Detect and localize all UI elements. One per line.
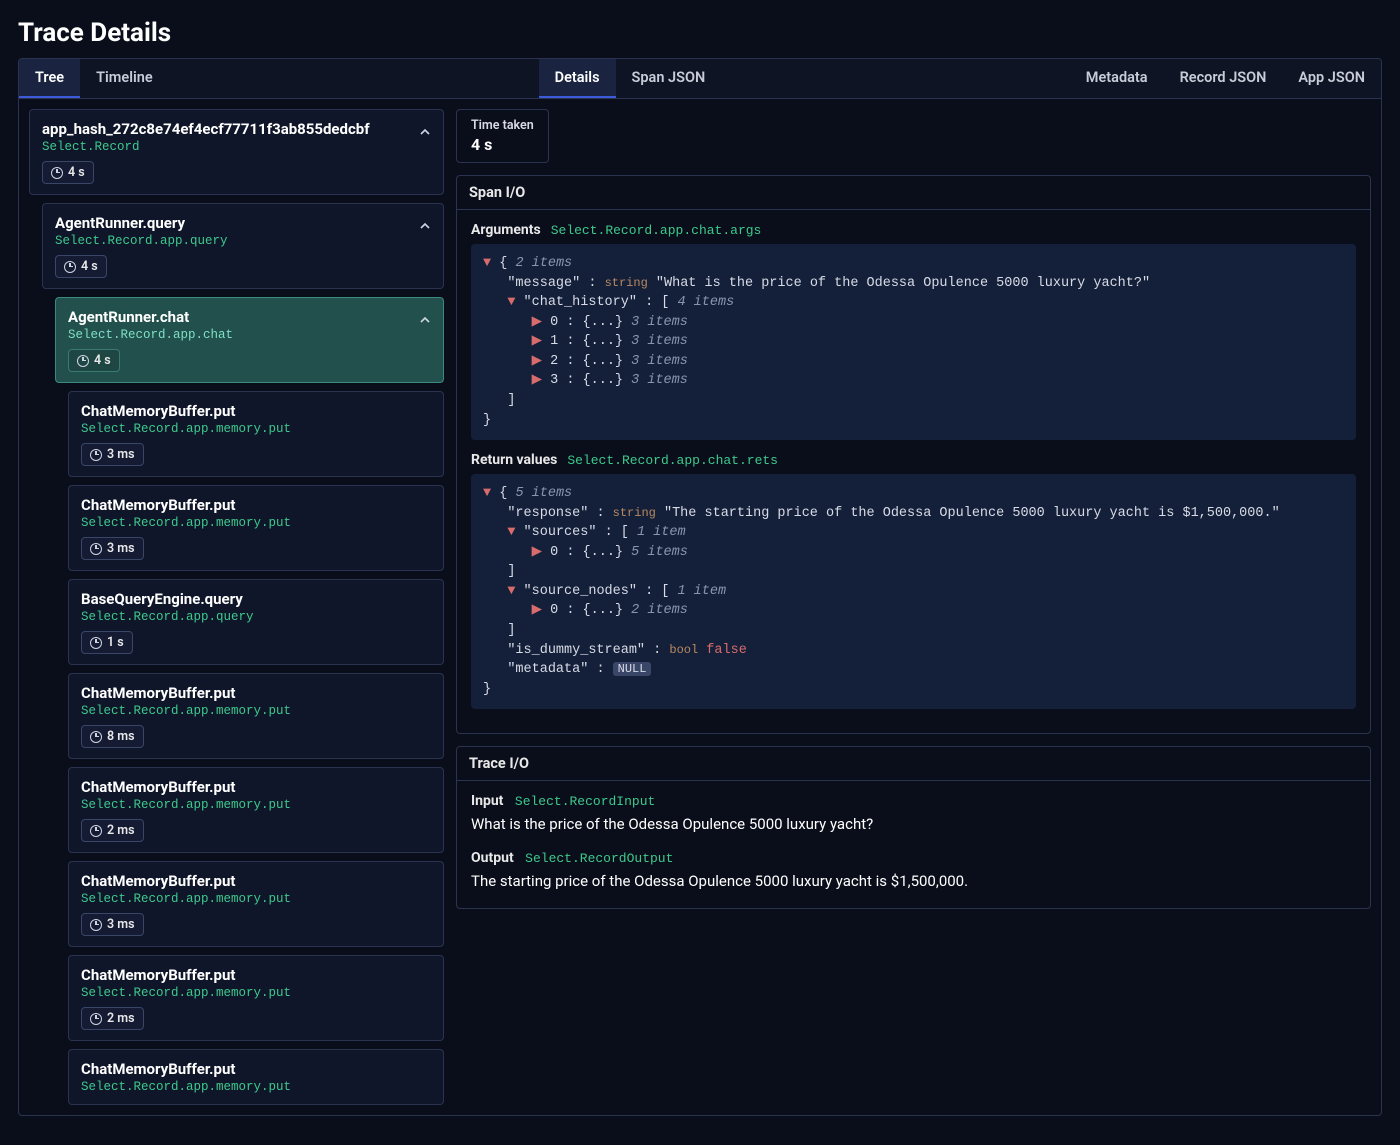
arguments-label: Arguments — [471, 222, 541, 238]
output-label: Output — [471, 850, 514, 866]
tab-record-json[interactable]: Record JSON — [1164, 59, 1283, 98]
time-taken-label: Time taken — [471, 118, 534, 133]
output-text: The starting price of the Odessa Opulenc… — [471, 870, 1356, 893]
node-selector: Select.Record — [42, 140, 431, 154]
tree-node-root[interactable]: app_hash_272c8e74ef4ecf77711f3ab855dedcb… — [29, 109, 444, 195]
node-title: ChatMemoryBuffer.put — [81, 684, 431, 702]
tab-details[interactable]: Details — [539, 59, 616, 98]
node-title: ChatMemoryBuffer.put — [81, 1060, 431, 1078]
tree-node[interactable]: ChatMemoryBuffer.put Select.Record.app.me… — [68, 391, 444, 477]
trace-io-header: Trace I/O — [457, 747, 1370, 781]
time-badge: 3 ms — [81, 913, 144, 936]
tree-node-agent-query[interactable]: AgentRunner.query Select.Record.app.quer… — [42, 203, 444, 289]
tree-node[interactable]: BaseQueryEngine.query Select.Record.app.q… — [68, 579, 444, 665]
chevron-up-icon[interactable] — [417, 124, 433, 140]
span-io-header: Span I/O — [457, 176, 1370, 210]
node-title: app_hash_272c8e74ef4ecf77711f3ab855dedcb… — [42, 120, 431, 138]
time-badge: 2 ms — [81, 819, 144, 842]
tree-panel: app_hash_272c8e74ef4ecf77711f3ab855dedcb… — [29, 109, 444, 1105]
tab-timeline[interactable]: Timeline — [80, 59, 169, 98]
time-value: 3 ms — [107, 541, 135, 556]
time-value: 3 ms — [107, 447, 135, 462]
tree-node[interactable]: ChatMemoryBuffer.put Select.Record.app.me… — [68, 1049, 444, 1105]
clock-icon — [90, 449, 102, 461]
tab-span-json[interactable]: Span JSON — [616, 59, 722, 98]
node-selector: Select.Record.app.query — [55, 234, 431, 248]
time-badge: 4 s — [42, 161, 94, 184]
clock-icon — [90, 919, 102, 931]
time-badge: 3 ms — [81, 537, 144, 560]
time-value: 2 ms — [107, 823, 135, 838]
page-title: Trace Details — [18, 18, 1382, 48]
tree-node[interactable]: ChatMemoryBuffer.put Select.Record.app.me… — [68, 485, 444, 571]
tree-node[interactable]: ChatMemoryBuffer.put Select.Record.app.me… — [68, 673, 444, 759]
chevron-up-icon[interactable] — [417, 218, 433, 234]
details-panel: Time taken 4 s Span I/O Arguments Select… — [456, 109, 1371, 909]
time-badge: 4 s — [55, 255, 107, 278]
tab-tree[interactable]: Tree — [19, 59, 80, 98]
node-selector: Select.Record.app.chat — [68, 328, 431, 342]
node-title: ChatMemoryBuffer.put — [81, 496, 431, 514]
clock-icon — [90, 825, 102, 837]
time-value: 4 s — [68, 165, 85, 180]
node-selector: Select.Record.app.memory.put — [81, 798, 431, 812]
node-selector: Select.Record.app.memory.put — [81, 516, 431, 530]
time-value: 8 ms — [107, 729, 135, 744]
tree-node[interactable]: ChatMemoryBuffer.put Select.Record.app.me… — [68, 861, 444, 947]
chevron-up-icon[interactable] — [417, 312, 433, 328]
clock-icon — [64, 261, 76, 273]
node-selector: Select.Record.app.memory.put — [81, 422, 431, 436]
node-title: ChatMemoryBuffer.put — [81, 402, 431, 420]
input-label: Input — [471, 793, 503, 809]
time-value: 2 ms — [107, 1011, 135, 1026]
arguments-json[interactable]: ▼ { 2 items "message" : string "What is … — [471, 244, 1356, 440]
node-title: ChatMemoryBuffer.put — [81, 966, 431, 984]
clock-icon — [77, 355, 89, 367]
time-value: 3 ms — [107, 917, 135, 932]
time-badge: 1 s — [81, 631, 133, 654]
time-value: 4 s — [81, 259, 98, 274]
trace-io-panel: Trace I/O Input Select.RecordInput What … — [456, 746, 1371, 909]
node-selector: Select.Record.app.memory.put — [81, 704, 431, 718]
return-values-selector: Select.Record.app.chat.rets — [567, 453, 778, 468]
clock-icon — [90, 543, 102, 555]
time-taken-card: Time taken 4 s — [456, 109, 549, 163]
node-title: ChatMemoryBuffer.put — [81, 778, 431, 796]
tree-node[interactable]: ChatMemoryBuffer.put Select.Record.app.me… — [68, 767, 444, 853]
clock-icon — [51, 167, 63, 179]
node-title: AgentRunner.query — [55, 214, 431, 232]
node-title: BaseQueryEngine.query — [81, 590, 431, 608]
time-badge: 3 ms — [81, 443, 144, 466]
time-taken-value: 4 s — [471, 135, 534, 154]
node-title: ChatMemoryBuffer.put — [81, 872, 431, 890]
trace-details-container: Tree Timeline Details Span JSON Metadata… — [18, 58, 1382, 1116]
arguments-selector: Select.Record.app.chat.args — [551, 223, 762, 238]
tree-node-agent-chat[interactable]: AgentRunner.chat Select.Record.app.chat … — [55, 297, 444, 383]
tab-bar: Tree Timeline Details Span JSON Metadata… — [19, 59, 1381, 99]
time-badge: 4 s — [68, 349, 120, 372]
span-io-panel: Span I/O Arguments Select.Record.app.cha… — [456, 175, 1371, 734]
node-selector: Select.Record.app.memory.put — [81, 986, 431, 1000]
return-values-label: Return values — [471, 452, 557, 468]
clock-icon — [90, 731, 102, 743]
node-selector: Select.Record.app.memory.put — [81, 892, 431, 906]
tab-app-json[interactable]: App JSON — [1282, 59, 1381, 98]
node-title: AgentRunner.chat — [68, 308, 431, 326]
input-text: What is the price of the Odessa Opulence… — [471, 813, 1356, 836]
node-selector: Select.Record.app.query — [81, 610, 431, 624]
time-badge: 2 ms — [81, 1007, 144, 1030]
clock-icon — [90, 1013, 102, 1025]
output-selector: Select.RecordOutput — [525, 851, 673, 866]
time-badge: 8 ms — [81, 725, 144, 748]
time-value: 4 s — [94, 353, 111, 368]
node-selector: Select.Record.app.memory.put — [81, 1080, 431, 1094]
clock-icon — [90, 637, 102, 649]
tree-node[interactable]: ChatMemoryBuffer.put Select.Record.app.me… — [68, 955, 444, 1041]
tab-metadata[interactable]: Metadata — [1070, 59, 1164, 98]
time-value: 1 s — [107, 635, 124, 650]
input-selector: Select.RecordInput — [515, 794, 655, 809]
return-values-json[interactable]: ▼ { 5 items "response" : string "The sta… — [471, 474, 1356, 709]
